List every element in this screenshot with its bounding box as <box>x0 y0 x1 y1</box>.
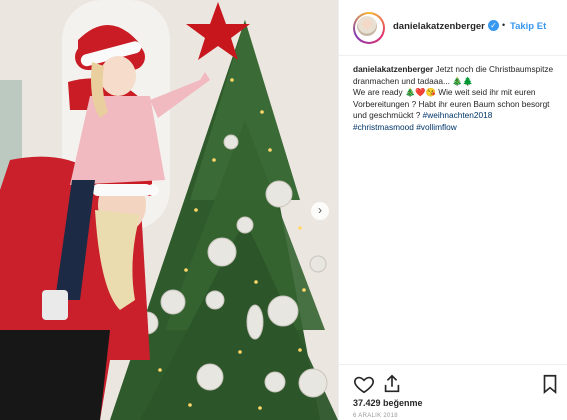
hashtag-link[interactable]: #christmasmood <box>353 122 414 132</box>
username-link[interactable]: danielakatzenberger <box>393 21 485 32</box>
photo-illustration <box>0 0 338 420</box>
heart-icon[interactable] <box>353 373 375 395</box>
next-photo-button[interactable]: › <box>311 202 329 220</box>
verified-badge-icon: ✓ <box>488 20 499 31</box>
post-date: 6 ARALIK 2018 <box>353 413 398 419</box>
caption-username[interactable]: danielakatzenberger <box>353 64 433 74</box>
share-icon[interactable] <box>381 373 403 395</box>
separator-dot: • <box>502 20 506 30</box>
like-count[interactable]: 37.429 beğenme <box>353 398 423 408</box>
post-photo[interactable]: › <box>0 0 338 420</box>
hashtag-link[interactable]: #weihnachten2018 <box>423 110 493 120</box>
hashtag-link[interactable]: #vollimflow <box>416 122 457 132</box>
post-actions <box>339 364 567 420</box>
post-header: danielakatzenberger ✓ • Takip Et <box>339 0 567 56</box>
post-caption: danielakatzenberger Jetzt noch die Chris… <box>353 64 559 134</box>
bookmark-icon[interactable] <box>539 373 561 395</box>
post-sidebar: danielakatzenberger ✓ • Takip Et daniela… <box>338 0 567 420</box>
follow-button[interactable]: Takip Et <box>510 21 546 32</box>
avatar[interactable] <box>353 12 385 44</box>
